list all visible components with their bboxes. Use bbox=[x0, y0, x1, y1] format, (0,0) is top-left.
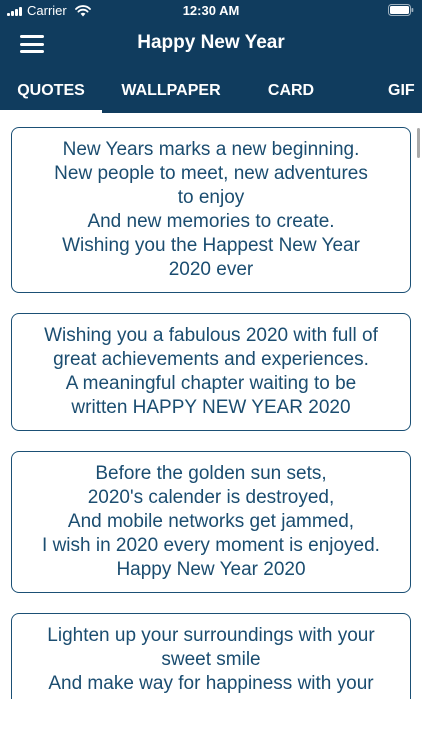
app-header: Carrier 12:30 AM Happy New Year QUOTES W… bbox=[0, 0, 422, 113]
quotes-list[interactable]: New Years marks a new beginning. New peo… bbox=[0, 113, 422, 699]
status-bar: Carrier 12:30 AM bbox=[0, 0, 422, 22]
page-title: Happy New Year bbox=[137, 32, 285, 53]
tab-card[interactable]: CARD bbox=[256, 68, 326, 113]
tab-gif[interactable]: GIF bbox=[376, 68, 422, 113]
battery-icon bbox=[388, 4, 414, 16]
tab-bar: QUOTES WALLPAPER CARD GIF bbox=[0, 68, 422, 113]
quote-text: Before the golden sun sets, 2020's calen… bbox=[42, 463, 380, 580]
quote-card[interactable]: New Years marks a new beginning. New peo… bbox=[11, 127, 411, 293]
quote-card[interactable]: Wishing you a fabulous 2020 with full of… bbox=[11, 313, 411, 431]
tab-wallpaper[interactable]: WALLPAPER bbox=[108, 68, 234, 113]
quote-text: New Years marks a new beginning. New peo… bbox=[54, 139, 368, 280]
quote-card[interactable]: Before the golden sun sets, 2020's calen… bbox=[11, 451, 411, 593]
nav-bar: Happy New Year bbox=[0, 22, 422, 66]
status-time: 12:30 AM bbox=[182, 3, 240, 18]
bottom-blank-area bbox=[0, 699, 422, 750]
app-screen: Carrier 12:30 AM Happy New Year QUOTES W… bbox=[0, 0, 422, 750]
quote-card[interactable]: Lighten up your surroundings with your s… bbox=[11, 613, 411, 699]
scrollbar[interactable] bbox=[417, 128, 420, 158]
quote-text: Lighten up your surroundings with your s… bbox=[47, 625, 375, 694]
quote-text: Wishing you a fabulous 2020 with full of… bbox=[44, 325, 378, 418]
tab-quotes[interactable]: QUOTES bbox=[0, 68, 102, 113]
